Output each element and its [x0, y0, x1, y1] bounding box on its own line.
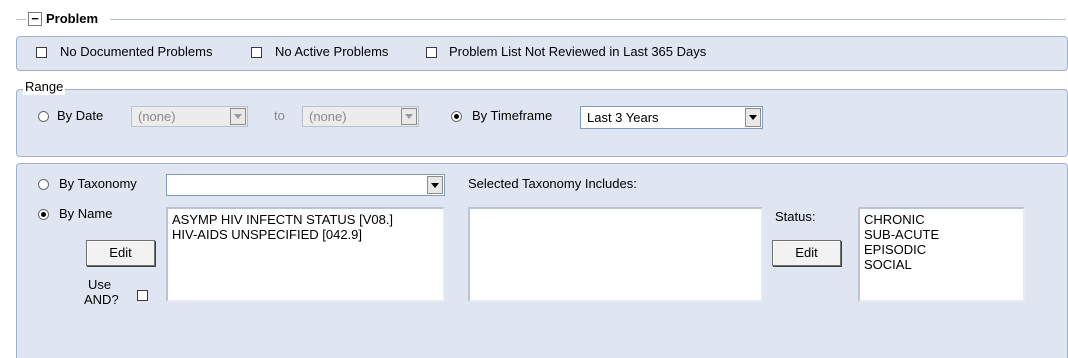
use-and-label-line1: Use: [88, 277, 112, 292]
edit-status-button[interactable]: Edit: [772, 240, 841, 266]
list-item[interactable]: SUB-ACUTE: [860, 227, 1023, 242]
to-label: to: [274, 108, 285, 123]
edit-names-button-label: Edit: [109, 245, 132, 260]
by-date-label: By Date: [57, 108, 104, 123]
from-date-select[interactable]: (none): [131, 106, 248, 127]
range-title: Range: [23, 79, 66, 95]
by-name-label: By Name: [59, 206, 113, 221]
by-taxonomy-radio[interactable]: [38, 179, 49, 190]
list-item[interactable]: CHRONIC: [860, 212, 1023, 227]
not-reviewed-label: Problem List Not Reviewed in Last 365 Da…: [449, 44, 707, 59]
status-list[interactable]: CHRONIC SUB-ACUTE EPISODIC SOCIAL: [858, 207, 1025, 302]
problem-section-title: Problem: [46, 11, 99, 26]
by-date-radio[interactable]: [38, 111, 49, 122]
timeframe-value: Last 3 Years: [587, 110, 659, 125]
by-name-radio[interactable]: [38, 209, 49, 220]
status-label: Status:: [775, 209, 816, 224]
no-active-problems-checkbox[interactable]: [251, 47, 262, 58]
problem-names-list[interactable]: ASYMP HIV INFECTN STATUS [V08.] HIV-AIDS…: [166, 207, 445, 302]
header-left-divider: [16, 19, 26, 20]
by-timeframe-radio[interactable]: [451, 111, 462, 122]
minus-icon: −: [31, 11, 39, 26]
chevron-down-icon[interactable]: [401, 108, 417, 125]
chevron-down-icon[interactable]: [230, 108, 246, 125]
header-divider: [110, 19, 1066, 20]
edit-names-button[interactable]: Edit: [86, 240, 155, 266]
not-reviewed-checkbox[interactable]: [426, 47, 437, 58]
from-date-value: (none): [138, 109, 176, 124]
chevron-down-icon[interactable]: [427, 176, 443, 194]
list-item[interactable]: ASYMP HIV INFECTN STATUS [V08.]: [168, 212, 443, 227]
selected-taxonomy-list[interactable]: [468, 207, 763, 302]
to-date-value: (none): [309, 109, 347, 124]
collapse-button[interactable]: −: [28, 12, 42, 26]
no-documented-problems-checkbox[interactable]: [36, 47, 47, 58]
edit-status-button-label: Edit: [795, 245, 818, 260]
selected-taxonomy-label: Selected Taxonomy Includes:: [468, 176, 637, 191]
list-item[interactable]: SOCIAL: [860, 257, 1023, 272]
to-date-select[interactable]: (none): [302, 106, 419, 127]
by-timeframe-label: By Timeframe: [472, 108, 553, 123]
taxonomy-select[interactable]: [166, 174, 445, 196]
no-active-problems-label: No Active Problems: [275, 44, 389, 59]
use-and-checkbox[interactable]: [137, 290, 148, 301]
by-taxonomy-label: By Taxonomy: [59, 176, 137, 191]
chevron-down-icon[interactable]: [745, 108, 761, 127]
no-documented-problems-label: No Documented Problems: [60, 44, 213, 59]
timeframe-select[interactable]: Last 3 Years: [580, 106, 763, 129]
use-and-label-line2: AND?: [84, 292, 119, 307]
list-item[interactable]: EPISODIC: [860, 242, 1023, 257]
list-item[interactable]: HIV-AIDS UNSPECIFIED [042.9]: [168, 227, 443, 242]
